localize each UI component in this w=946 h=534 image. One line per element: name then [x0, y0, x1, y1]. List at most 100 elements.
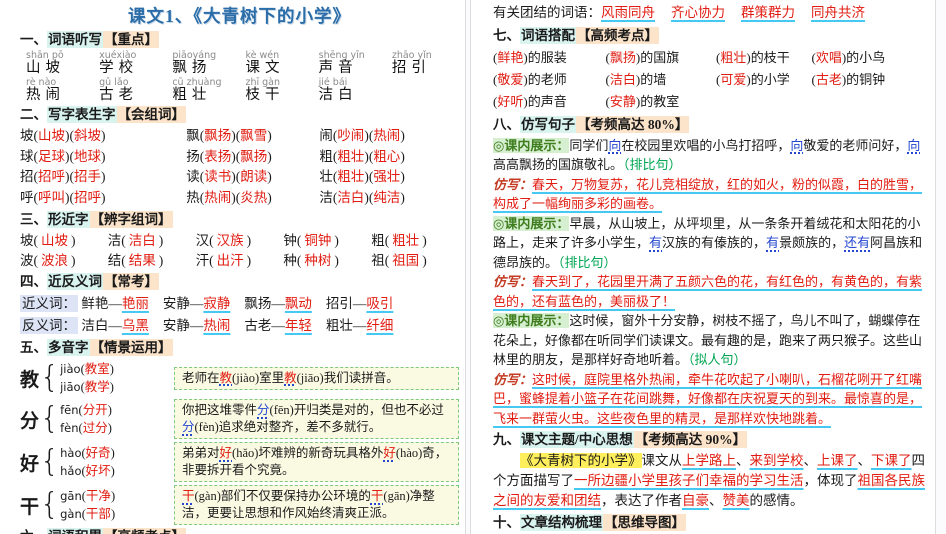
unity-label: 有关团结的词语：: [493, 5, 601, 20]
brace-glyph: {: [40, 444, 60, 479]
theme-paragraph: 《大青树下的小学》课文从上学路上、来到学校、上课了、下课了四个方面描写了一所边疆…: [493, 453, 925, 508]
section-number: 九、: [493, 432, 520, 447]
imitation-block: ◎课内展示：同学们向在校园里欢唱的小鸟打招呼，向敬爱的老师问好，向高高飘扬的国旗…: [493, 136, 925, 214]
character-entry: 球(足球)(地球): [20, 148, 106, 164]
collocation-entry: (敬爱)的老师: [493, 71, 567, 87]
reading-option: fèn(过分): [60, 421, 112, 435]
section-name: 近反义词: [47, 273, 103, 290]
reading-option: hǎo(好坏): [60, 464, 115, 478]
similar-character-entry: 汉(汉族): [195, 233, 252, 248]
polyphone-entry: 干 { gān(干净) gàn(干部) 干(gàn)部们不仅要保持办公环境的干(…: [20, 485, 459, 525]
section-tag: 【思维导图】: [603, 514, 686, 531]
word-with-pinyin: zhāo yǐn 招引: [386, 51, 459, 76]
page-right: 有关团结的词语：风雨同舟 齐心协力 群策群力 同舟共济 七、词语搭配 【高频考点】 (鲜…: [470, 0, 936, 534]
similar-character-entry: 汗(出汗): [195, 252, 252, 268]
hanzi: 枝干: [245, 87, 285, 103]
section-name: 仿写句子: [520, 115, 576, 133]
section-number: 五、: [20, 340, 47, 355]
hanzi: 学校: [99, 60, 139, 76]
antonym-pair: 古老—年轻: [244, 317, 312, 333]
hanzi: 课文: [245, 60, 285, 76]
section-heading-6: 六、词语积累【高频考点】: [20, 528, 459, 534]
word-with-pinyin: piāoyáng 飘扬: [166, 51, 239, 76]
hanzi: 山坡: [26, 60, 65, 76]
unity-idiom: 群策群力: [741, 5, 795, 20]
section-name: 形近字: [47, 211, 90, 228]
unity-idiom: 风雨同舟: [601, 5, 655, 20]
section-heading-1: 一、词语听写 【重点】: [20, 31, 459, 49]
polyphone-character: 干: [20, 496, 40, 518]
section-heading-7: 七、词语搭配 【高频考点】: [493, 26, 925, 45]
imitation-label: 仿写：: [493, 371, 533, 387]
antonym-pair: 粗壮—纤细: [325, 317, 394, 333]
section-tag: 【考频高达 80%】: [576, 115, 690, 133]
word-with-pinyin: rè nào 热闹: [20, 78, 93, 103]
hanzi: 飘扬: [172, 60, 212, 76]
similar-characters-grid: 坡(山坡) 洁(洁白) 汉(汉族) 钟(铜钟) 粗(粗壮) 波(波浪) 结(结果…: [20, 231, 459, 270]
collocation-entry: (可爱)的小学: [716, 71, 790, 87]
polyphone-character: 分: [20, 410, 40, 432]
word-with-pinyin: cū zhuàng 粗壮: [166, 78, 239, 103]
imitation-blocks: ◎课内展示：同学们向在校园里欢唱的小鸟打招呼，向敬爱的老师问好，向高高飘扬的国旗…: [493, 136, 925, 429]
word-with-pinyin: shēng yīn 声音: [313, 51, 386, 76]
similar-character-entry: 波(波浪): [20, 252, 76, 268]
similar-character-entry: 钟(铜钟): [283, 233, 339, 248]
hanzi: 粗壮: [172, 87, 212, 103]
word-with-pinyin: xuéxiào 学校: [93, 51, 166, 76]
section-name: 词语搭配: [520, 26, 576, 44]
character-entry: 热(热闹)(炎热): [186, 189, 272, 205]
similar-character-entry: 种(种树): [283, 252, 339, 268]
brace-glyph: {: [40, 401, 60, 436]
section-heading-3: 三、形近字 【辨字组词】: [20, 211, 459, 229]
word-with-pinyin: gǔ lǎo 古老: [93, 78, 166, 103]
section-name: 文章结构梳理: [520, 514, 603, 531]
reading-option: hào(好奇): [60, 446, 115, 460]
brace-glyph: {: [40, 360, 60, 395]
section-number: 四、: [20, 274, 47, 289]
section-tag: 【会组词】: [116, 106, 186, 123]
hanzi: 招引: [391, 60, 431, 76]
polyphone-readings: 好 { hào(好奇) hǎo(好坏): [20, 444, 170, 480]
reading-option: jiāo(教学): [60, 380, 114, 394]
model-sentence: ◎课内展示：同学们向在校园里欢唱的小鸟打招呼，向敬爱的老师问好，向高高飘扬的国旗…: [493, 137, 921, 172]
collocation-entry: (粗壮)的枝干: [716, 49, 790, 65]
example-sentence-box: 弟弟对好(hǎo)坏难辨的新奇玩具格外好(hào)奇，非要拆开看个究竟。: [174, 442, 459, 482]
antonyms-line: 反义词： 洁白—乌黑 安静—热闹 古老—年轻 粗壮—纤细: [20, 315, 459, 337]
polyphone-character: 好: [20, 453, 40, 475]
model-label: ◎课内展示：: [493, 137, 570, 153]
collocation-entry: (古老)的铜钟: [811, 71, 886, 87]
character-entry: 壮(粗壮)(强壮): [319, 169, 405, 184]
character-entry: 闹(吵闹)(热闹): [319, 128, 405, 143]
section-number: 二、: [20, 107, 47, 122]
example-sentence-box: 老师在教(jiào)室里教(jiāo)我们读拼音。: [174, 366, 459, 390]
imitation-sentence: 仿写：这时候，庭院里格外热闹，牵牛花吹起了小喇叭，石榴花咧开了红嘴巴，蜜蜂提着小…: [493, 371, 923, 426]
word-with-pinyin: zhī gàn 枝干: [239, 78, 312, 103]
dictation-word-grid: shān pō 山坡 xuéxiào 学校 piāoyáng 飘扬 kè wén 课文 …: [20, 51, 459, 103]
collocation-entry: (洁白)的墙: [605, 71, 667, 87]
character-entry: 读(读书)(朗读): [186, 169, 272, 184]
polyphone-entry: 好 { hào(好奇) hǎo(好坏) 弟弟对好(hǎo)坏难辨的新奇玩具格外好…: [20, 442, 459, 482]
brace-glyph: {: [40, 487, 60, 522]
section-heading-5: 五、多音字 【情景运用】: [20, 339, 459, 357]
hanzi: 热闹: [26, 87, 65, 103]
antonyms-label: 反义词：: [20, 316, 78, 334]
section-number: 一、: [20, 32, 47, 47]
character-entry: 坡(山坡)(斜坡): [20, 128, 106, 143]
character-entry: 呼(呼叫)(招呼): [20, 189, 106, 205]
similar-character-entry: 坡(山坡): [20, 233, 76, 248]
character-entry: 洁(洁白)(纯洁): [319, 189, 405, 205]
reading-option: jiào(教室): [60, 362, 114, 376]
polyphone-readings: 分 { fēn(分开) fèn(过分): [20, 401, 170, 437]
synonyms-label: 近义词：: [20, 295, 78, 312]
similar-character-entry: 祖(祖国): [371, 252, 427, 268]
hanzi: 古老: [99, 87, 139, 103]
polyphone-entry: 分 { fēn(分开) fèn(过分) 你把这堆零件分(fēn)开归类是对的，但…: [20, 399, 459, 439]
section-name: 课文主题/中心思想: [520, 431, 634, 448]
section-number: 三、: [20, 212, 47, 227]
section-tag: 【高频考点】: [576, 26, 659, 44]
antonym-pair: 洁白—乌黑: [81, 317, 149, 333]
section-tag: 【常考】: [103, 273, 159, 290]
section-tag: 【情景运用】: [89, 339, 173, 356]
hanzi: 洁白: [318, 87, 358, 103]
section-name: 词语积累: [47, 528, 103, 534]
